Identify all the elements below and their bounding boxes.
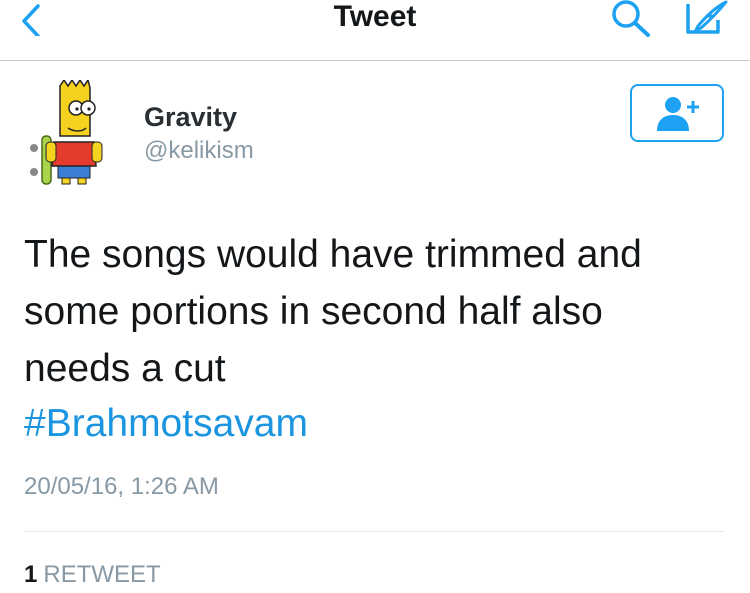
cartoon-character-avatar-icon [30, 78, 103, 185]
tweet-timestamp: 20/05/16, 1:26 AM [24, 473, 219, 500]
tweet-text-line: The songs would have trimmed and [24, 233, 642, 276]
divider [24, 531, 724, 532]
tweet-text-line: some portions in second half also [24, 290, 603, 333]
retweet-stats[interactable]: 1 RETWEET [24, 559, 161, 591]
retweet-label: RETWEET [43, 561, 161, 588]
retweet-count: 1 [24, 561, 38, 588]
follow-button[interactable] [630, 84, 724, 142]
search-icon [612, 0, 650, 37]
navigation-bar: Tweet [0, 0, 750, 61]
tweet-text: The songs would have trimmed and some po… [24, 226, 724, 397]
compose-button[interactable] [678, 0, 734, 40]
avatar[interactable] [24, 78, 104, 188]
tweet-detail-screen: Tweet Gravity @kelikism The songs would … [0, 0, 750, 593]
user-handle[interactable]: @kelikism [144, 136, 254, 166]
compose-icon [686, 0, 728, 34]
hashtag-link[interactable]: #Brahmotsavam [24, 398, 308, 450]
user-display-name[interactable]: Gravity [144, 100, 237, 134]
add-user-icon [657, 97, 699, 131]
search-button[interactable] [604, 0, 656, 40]
tweet-text-line: needs a cut [24, 347, 226, 390]
